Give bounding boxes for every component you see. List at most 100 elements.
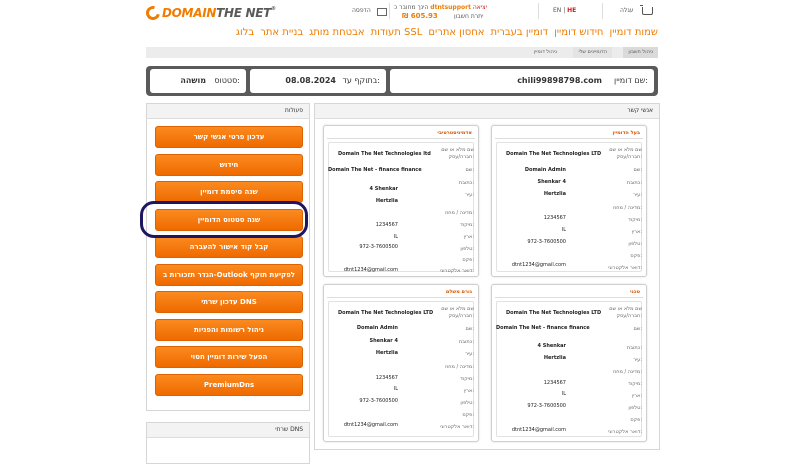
nav-item-hebrew-domain[interactable]: דומיין בעברית: [490, 26, 548, 40]
label-org2: חברה/עסק:: [616, 154, 642, 160]
logout-link[interactable]: יציאה: [473, 4, 487, 11]
status-value: מושהה: [180, 76, 206, 85]
label-phone: טלפון:: [460, 400, 474, 406]
label-zip: מיקוד:: [628, 217, 642, 223]
label-state: מדינה / מחוז:: [613, 369, 642, 375]
value-org: Domain The Net Technologies LTD: [506, 151, 602, 157]
value-org: Domain The Net Technologies LTD: [506, 310, 602, 316]
value-zip: 1234567: [543, 215, 566, 221]
actions-panel: פעולות עדכון פרטי אנשי קשר חידוש שנה סיס…: [146, 103, 310, 411]
card-title: בעל הדומיין: [612, 130, 640, 136]
value-zip: 1234567: [375, 375, 398, 381]
label-zip: מיקוד:: [460, 222, 474, 228]
cart-link[interactable]: עגלה: [620, 7, 634, 14]
domain-name-box: שם דומיין: chili99898798.com: [390, 69, 654, 93]
card-body: [328, 142, 474, 272]
card-title: טכני: [630, 289, 640, 295]
label-city: עיר:: [633, 192, 642, 198]
label-org: שם מלא או שם: [441, 147, 474, 153]
logo[interactable]: DOMAINTHE NET®: [143, 3, 276, 23]
label-email: דואר אלקטרוני:: [608, 265, 642, 271]
label-name: שם:: [465, 326, 474, 332]
update-contacts-button[interactable]: עדכון פרטי אנשי קשר: [155, 126, 303, 148]
card-title: אדמיניסטרטיבי: [437, 130, 472, 136]
label-city: עיר:: [465, 192, 474, 198]
value-org: Domain The Net Technologies ltd: [338, 151, 431, 157]
label-city: עיר:: [633, 357, 642, 363]
value-city: Hertzlia: [543, 355, 566, 361]
value-name: Domain Admin: [524, 167, 566, 173]
breadcrumb-account[interactable]: ניהול חשבון: [623, 47, 658, 58]
domain-label: שם דומיין:: [614, 76, 648, 85]
contact-card-owner: בעל הדומיין שם מלא או שם חברה/עסק: Domai…: [491, 125, 647, 277]
value-country: IL: [561, 391, 566, 397]
value-country: IL: [393, 386, 398, 392]
breadcrumb-domain-management: ניהול דומיין: [528, 47, 562, 58]
divider: [389, 3, 390, 19]
get-transfer-code-button[interactable]: קבל קוד אישור להעברה: [155, 236, 303, 258]
label-phone: טלפון:: [628, 241, 642, 247]
label-address: כתובת:: [626, 180, 642, 186]
label-org2: חברה/עסק:: [448, 313, 474, 319]
label-org: שם מלא או שם: [609, 306, 642, 312]
language-switch: EN | HE: [553, 7, 577, 14]
label-email: דואר אלקטרוני:: [440, 424, 474, 430]
label-fax: פקס:: [630, 253, 642, 259]
valid-until-value: 08.08.2024: [285, 76, 336, 85]
value-zip: 1234567: [375, 222, 398, 228]
status-label: סטטוס:: [214, 76, 240, 85]
label-email: דואר אלקטרוני:: [440, 268, 474, 274]
user-prefix: הינך מחובר כ: [394, 4, 429, 11]
label-org: שם מלא או שם: [441, 306, 474, 312]
value-zip: 1234567: [543, 380, 566, 386]
dns-servers-panel: שרתי DNS: [146, 422, 310, 464]
label-fax: פקס:: [462, 257, 474, 263]
value-name: Domain The Net - finance finance: [328, 167, 422, 173]
value-name: Domain The Net - finance finance: [496, 325, 590, 331]
value-city: Hertzlia: [375, 350, 398, 356]
nav-item-ssl[interactable]: תעודות SSL: [371, 26, 423, 40]
label-name: שם:: [633, 167, 642, 173]
breadcrumb-my-domains[interactable]: הדומיינים שלי: [573, 47, 612, 58]
private-domain-button[interactable]: הפעל שירות דומיין חסוי: [155, 346, 303, 368]
main-nav: שמות דומיין חידוש דומיין דומיין בעברית א…: [236, 26, 658, 40]
value-city: Hertzlia: [543, 191, 566, 197]
contact-card-billing: גורם משלם שם מלא או שם חברה/עסק: Domain …: [323, 284, 479, 442]
contact-card-admin: אדמיניסטרטיבי שם מלא או שם חברה/עסק: Dom…: [323, 125, 479, 277]
lang-en-link[interactable]: EN: [553, 7, 561, 14]
premium-dns-button[interactable]: PremiumDns: [155, 374, 303, 396]
divider: [327, 138, 475, 139]
lang-he-link[interactable]: HE: [567, 7, 576, 14]
label-zip: מיקוד:: [460, 376, 474, 382]
value-country: IL: [561, 227, 566, 233]
value-address: 4 Shenkar: [537, 343, 567, 349]
nav-item-domain-names[interactable]: שמות דומיין: [609, 26, 658, 40]
username-link[interactable]: dtntsupport: [430, 4, 471, 11]
valid-until-label: בתוקף עד:: [342, 76, 380, 85]
value-phone: 972-3-7600500: [359, 398, 398, 404]
print-link[interactable]: הדפסה: [352, 7, 371, 14]
label-phone: טלפון:: [628, 405, 642, 411]
value-address: 4 Shenkar: [369, 186, 399, 192]
value-city: Hertzlia: [375, 198, 398, 204]
nav-item-blog[interactable]: בלוג: [236, 26, 254, 40]
label-country: ארץ:: [463, 388, 474, 394]
renew-button[interactable]: חידוש: [155, 154, 303, 176]
nav-item-brand-protection[interactable]: אבטחת מותג: [309, 26, 364, 40]
nav-item-site-builder[interactable]: בניית אתר: [260, 26, 303, 40]
label-state: מדינה / מחוז:: [445, 364, 474, 370]
outlook-reminder-button[interactable]: הגדר תזכורות ב-Outlook לפקיעת תוקף: [155, 264, 303, 286]
cart-icon[interactable]: [640, 5, 653, 15]
manage-records-button[interactable]: ניהול רשומות והפניות: [155, 319, 303, 341]
label-fax: פקס:: [630, 417, 642, 423]
print-icon[interactable]: [377, 8, 387, 16]
value-email: dtnt1234@gmail.com: [343, 267, 398, 273]
label-address: כתובת:: [458, 339, 474, 345]
change-domain-password-button[interactable]: שנה סיסמת דומיין: [155, 181, 303, 203]
label-name: שם:: [465, 167, 474, 173]
domain-value: chili99898798.com: [517, 76, 602, 85]
nav-item-hosting[interactable]: אחסון אתרים: [428, 26, 484, 40]
nav-item-domain-renewal[interactable]: חידוש דומיין: [554, 26, 603, 40]
update-dns-button[interactable]: עדכון שרתי DNS: [155, 291, 303, 313]
label-city: עיר:: [465, 351, 474, 357]
